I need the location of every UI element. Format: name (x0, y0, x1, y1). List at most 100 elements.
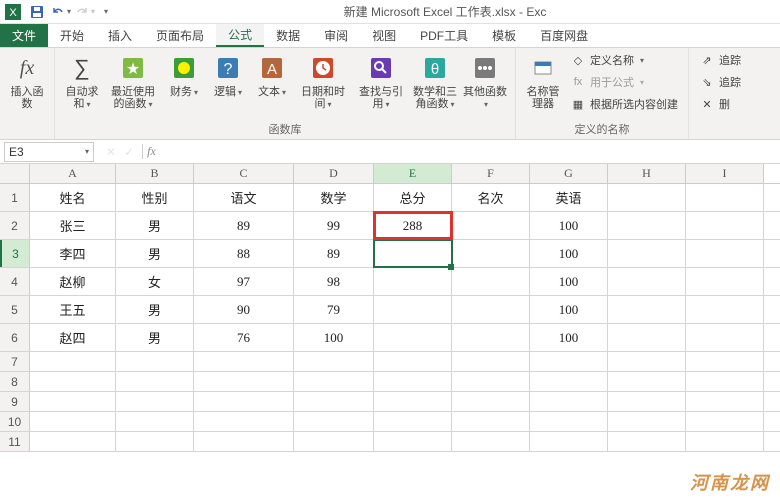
cell-E1[interactable]: 总分 (374, 184, 452, 211)
cell-E11[interactable] (374, 432, 452, 451)
tab-file[interactable]: 文件 (0, 24, 48, 47)
cell-H3[interactable] (608, 240, 686, 267)
row-header[interactable]: 3 (0, 240, 30, 267)
cell-I4[interactable] (686, 268, 764, 295)
cell-C4[interactable]: 97 (194, 268, 294, 295)
cell-F11[interactable] (452, 432, 530, 451)
cell-B9[interactable] (116, 392, 194, 411)
tab-template[interactable]: 模板 (480, 24, 528, 47)
cell-E3[interactable] (374, 240, 452, 267)
cell-I7[interactable] (686, 352, 764, 371)
cell-I8[interactable] (686, 372, 764, 391)
cell-A5[interactable]: 王五 (30, 296, 116, 323)
cell-B10[interactable] (116, 412, 194, 431)
tab-baidu[interactable]: 百度网盘 (528, 24, 600, 47)
create-from-selection-button[interactable]: ▦根据所选内容创建 (566, 94, 682, 114)
recent-functions-button[interactable]: ★ 最近使用的函数▾ (105, 50, 161, 113)
row-header[interactable]: 5 (0, 296, 30, 323)
tab-review[interactable]: 审阅 (312, 24, 360, 47)
name-manager-button[interactable]: 名称管理器 (522, 50, 564, 112)
col-header-E[interactable]: E (374, 164, 452, 183)
tab-view[interactable]: 视图 (360, 24, 408, 47)
row-header[interactable]: 10 (0, 412, 30, 431)
cell-D6[interactable]: 100 (294, 324, 374, 351)
cell-C9[interactable] (194, 392, 294, 411)
col-header-B[interactable]: B (116, 164, 194, 183)
cell-F4[interactable] (452, 268, 530, 295)
col-header-C[interactable]: C (194, 164, 294, 183)
lookup-button[interactable]: 查找与引用▾ (353, 50, 409, 113)
cell-E2[interactable]: 288 (374, 212, 452, 239)
cell-F6[interactable] (452, 324, 530, 351)
trace-precedents-button[interactable]: ⇗追踪 (695, 50, 745, 70)
tab-data[interactable]: 数据 (264, 24, 312, 47)
col-header-G[interactable]: G (530, 164, 608, 183)
logical-button[interactable]: ? 逻辑▾ (207, 50, 249, 101)
col-header-H[interactable]: H (608, 164, 686, 183)
row-header[interactable]: 11 (0, 432, 30, 451)
row-header[interactable]: 4 (0, 268, 30, 295)
tab-home[interactable]: 开始 (48, 24, 96, 47)
cell-B6[interactable]: 男 (116, 324, 194, 351)
cell-C1[interactable]: 语文 (194, 184, 294, 211)
cell-H1[interactable] (608, 184, 686, 211)
cell-C3[interactable]: 88 (194, 240, 294, 267)
cell-B5[interactable]: 男 (116, 296, 194, 323)
cell-H7[interactable] (608, 352, 686, 371)
cell-C6[interactable]: 76 (194, 324, 294, 351)
cell-A6[interactable]: 赵四 (30, 324, 116, 351)
cell-I3[interactable] (686, 240, 764, 267)
cell-B1[interactable]: 性别 (116, 184, 194, 211)
cell-C11[interactable] (194, 432, 294, 451)
cell-G6[interactable]: 100 (530, 324, 608, 351)
cell-H9[interactable] (608, 392, 686, 411)
cell-H10[interactable] (608, 412, 686, 431)
cell-E5[interactable] (374, 296, 452, 323)
cell-D2[interactable]: 99 (294, 212, 374, 239)
dropdown-icon[interactable]: ▾ (85, 147, 89, 156)
cell-G3[interactable]: 100 (530, 240, 608, 267)
cell-I11[interactable] (686, 432, 764, 451)
cell-G2[interactable]: 100 (530, 212, 608, 239)
col-header-I[interactable]: I (686, 164, 764, 183)
other-functions-button[interactable]: 其他函数▾ (461, 50, 509, 113)
cell-F9[interactable] (452, 392, 530, 411)
cell-A8[interactable] (30, 372, 116, 391)
cell-D3[interactable]: 89 (294, 240, 374, 267)
cell-D8[interactable] (294, 372, 374, 391)
cell-A7[interactable] (30, 352, 116, 371)
insert-function-button[interactable]: fx 插入函数 (6, 50, 48, 112)
col-header-F[interactable]: F (452, 164, 530, 183)
cell-A1[interactable]: 姓名 (30, 184, 116, 211)
cell-E6[interactable] (374, 324, 452, 351)
row-header[interactable]: 1 (0, 184, 30, 211)
tab-pdf[interactable]: PDF工具 (408, 24, 480, 47)
define-name-button[interactable]: ◇定义名称▾ (566, 50, 682, 70)
cell-G7[interactable] (530, 352, 608, 371)
cell-D7[interactable] (294, 352, 374, 371)
cell-D11[interactable] (294, 432, 374, 451)
cell-I10[interactable] (686, 412, 764, 431)
cell-C5[interactable]: 90 (194, 296, 294, 323)
cell-A4[interactable]: 赵柳 (30, 268, 116, 295)
col-header-D[interactable]: D (294, 164, 374, 183)
cell-B7[interactable] (116, 352, 194, 371)
cell-F10[interactable] (452, 412, 530, 431)
cell-D4[interactable]: 98 (294, 268, 374, 295)
cell-B3[interactable]: 男 (116, 240, 194, 267)
cell-F3[interactable] (452, 240, 530, 267)
remove-arrows-button[interactable]: ✕删 (695, 94, 745, 114)
fx-icon[interactable]: fx (142, 144, 160, 159)
cell-I2[interactable] (686, 212, 764, 239)
select-all-corner[interactable] (0, 164, 30, 183)
text-button[interactable]: A 文本▾ (251, 50, 293, 101)
cell-E7[interactable] (374, 352, 452, 371)
cell-F5[interactable] (452, 296, 530, 323)
row-header[interactable]: 9 (0, 392, 30, 411)
col-header-A[interactable]: A (30, 164, 116, 183)
cell-H8[interactable] (608, 372, 686, 391)
fill-handle[interactable] (448, 264, 454, 270)
cell-D10[interactable] (294, 412, 374, 431)
cell-A11[interactable] (30, 432, 116, 451)
save-button[interactable] (26, 1, 48, 23)
